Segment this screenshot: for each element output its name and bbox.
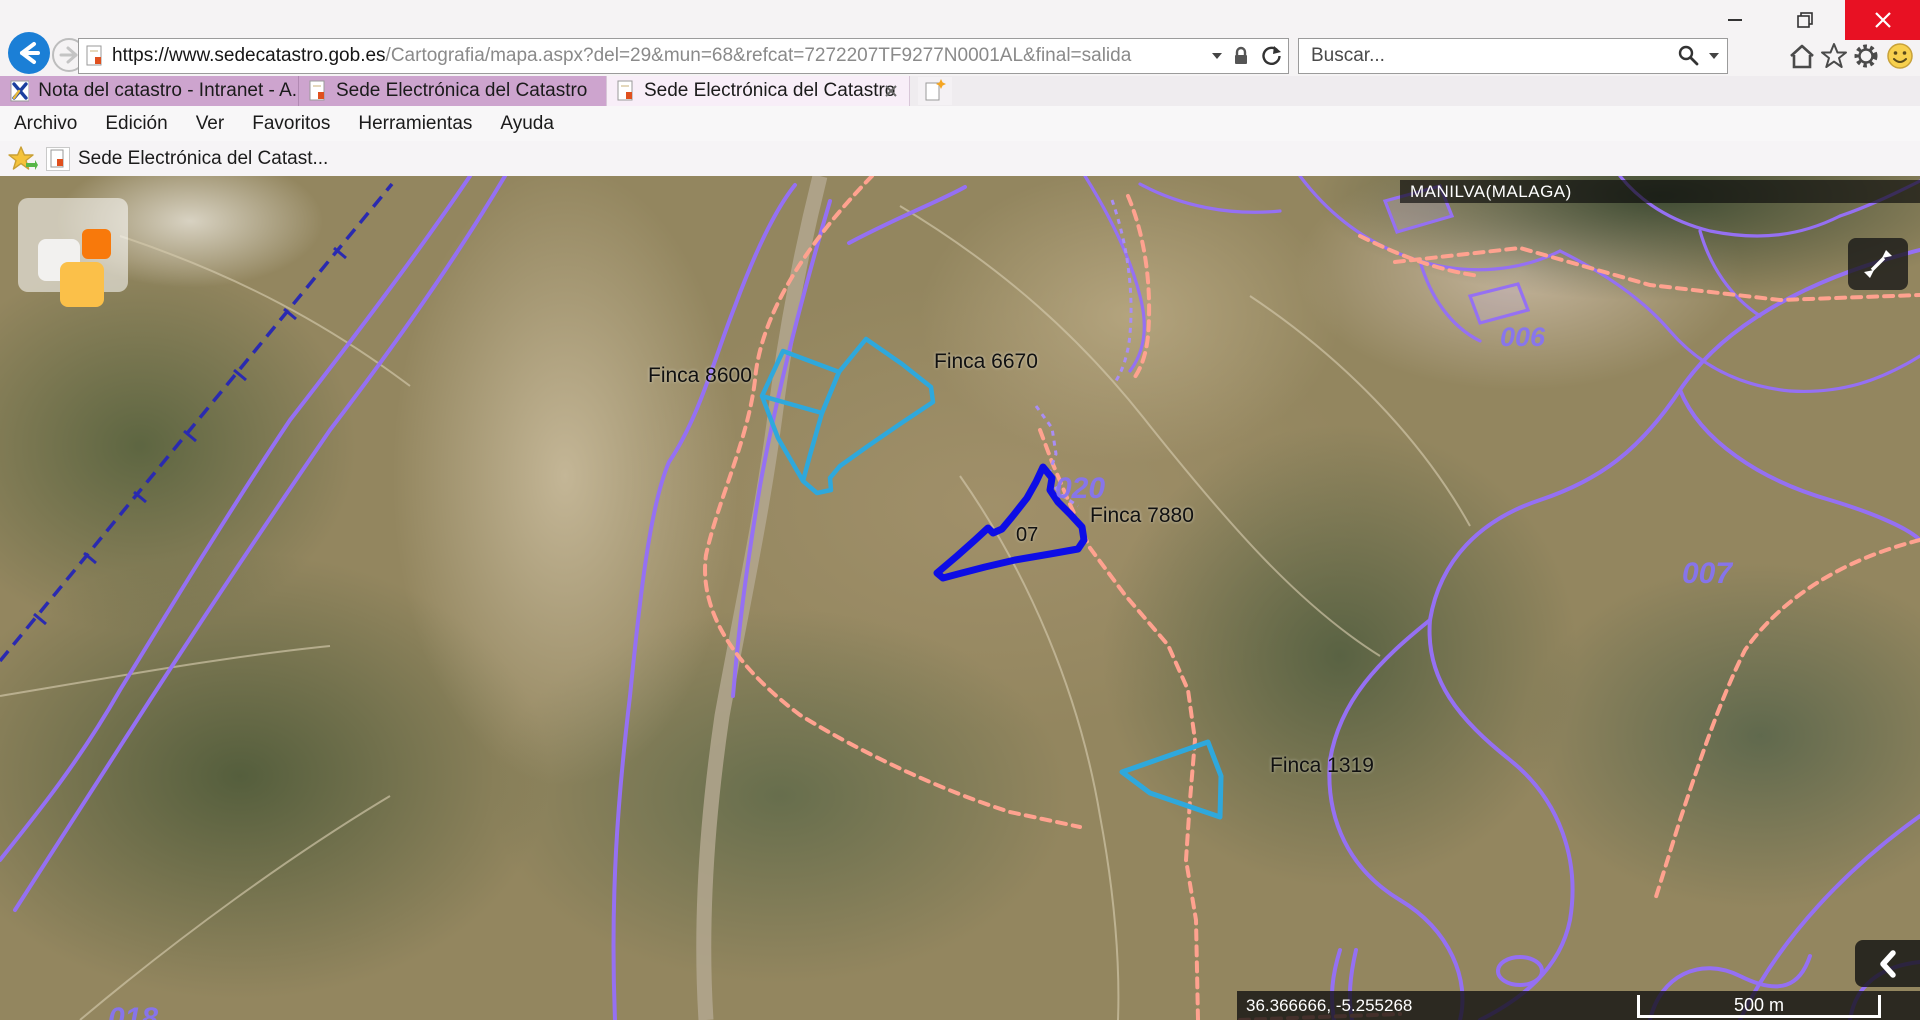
favorites-bar-link[interactable]: Sede Electrónica del Catast... bbox=[78, 148, 328, 170]
new-tab-button[interactable] bbox=[918, 77, 952, 105]
search-box[interactable] bbox=[1298, 38, 1728, 74]
parcel-outline-finca-6670[interactable] bbox=[803, 339, 933, 493]
minimize-button[interactable] bbox=[1700, 0, 1770, 40]
search-box-icons bbox=[1677, 39, 1719, 73]
restore-icon bbox=[1796, 11, 1814, 29]
fullscreen-expand-button[interactable] bbox=[1848, 238, 1908, 290]
tab-bar: Nota del catastro - Intranet - A... Sede… bbox=[0, 76, 1920, 106]
search-input[interactable] bbox=[1309, 44, 1643, 68]
tab-sede-catastro-active[interactable]: Sede Electrónica del Catastro bbox=[606, 76, 910, 106]
feedback-smiley-icon[interactable] bbox=[1886, 42, 1914, 70]
tab-nota-del-catastro[interactable]: Nota del catastro - Intranet - A... bbox=[0, 76, 299, 106]
settings-gear-icon[interactable] bbox=[1852, 42, 1880, 70]
favorites-bar-star-icon[interactable] bbox=[8, 146, 38, 172]
parcel-outlines-cyan[interactable] bbox=[762, 339, 1221, 817]
parcel-outline-finca-1319[interactable] bbox=[1122, 742, 1221, 817]
tab-label: Sede Electrónica del Catastro bbox=[644, 80, 895, 102]
tab-label: Sede Electrónica del Catastro bbox=[336, 80, 587, 102]
catastro-favicon bbox=[309, 80, 327, 102]
search-dropdown-icon[interactable] bbox=[1709, 53, 1719, 59]
back-button[interactable] bbox=[8, 32, 50, 74]
back-arrow-icon bbox=[8, 32, 50, 74]
browser-chrome: https://www.sedecatastro.gob.es/Cartogra… bbox=[0, 0, 1920, 176]
menu-favoritos[interactable]: Favoritos bbox=[238, 113, 344, 135]
close-icon bbox=[1873, 10, 1893, 30]
favorites-bar: Sede Electrónica del Catast... bbox=[0, 141, 1920, 177]
map-viewport[interactable]: MANILVA(MALAGA) Finca 8600 Finca 6670 Fi… bbox=[0, 176, 1920, 1020]
parcel-label-finca-6670: Finca 6670 bbox=[934, 350, 1038, 374]
refresh-icon[interactable] bbox=[1260, 45, 1282, 67]
menu-ver[interactable]: Ver bbox=[182, 113, 239, 135]
polygon-number-018: 018 bbox=[108, 1002, 158, 1020]
home-icon[interactable] bbox=[1788, 42, 1816, 70]
menu-edicion[interactable]: Edición bbox=[91, 113, 181, 135]
search-icon[interactable] bbox=[1677, 44, 1701, 68]
basemap-layer-widget[interactable] bbox=[18, 198, 128, 292]
sector-number-07: 07 bbox=[1016, 524, 1038, 547]
autocomplete-dropdown-icon[interactable] bbox=[1212, 53, 1222, 59]
address-bar[interactable]: https://www.sedecatastro.gob.es/Cartogra… bbox=[78, 38, 1289, 74]
parcel-label-finca-8600: Finca 8600 bbox=[648, 364, 752, 388]
favorites-star-icon[interactable] bbox=[1820, 42, 1848, 70]
chevron-left-icon bbox=[1875, 948, 1901, 980]
municipality-label: MANILVA(MALAGA) bbox=[1410, 182, 1572, 202]
pink-dashed-boundaries bbox=[705, 176, 1920, 1020]
minimize-icon bbox=[1728, 19, 1742, 21]
favorite-page-button[interactable] bbox=[46, 147, 70, 171]
mouse-coordinates: 36.366666, -5.255268 bbox=[1246, 996, 1412, 1016]
new-tab-icon bbox=[924, 79, 946, 103]
menu-ayuda[interactable]: Ayuda bbox=[486, 113, 568, 135]
polygon-number-007: 007 bbox=[1682, 557, 1732, 591]
menu-bar: Archivo Edición Ver Favoritos Herramient… bbox=[0, 106, 1920, 141]
menu-archivo[interactable]: Archivo bbox=[0, 113, 91, 135]
menu-herramientas[interactable]: Herramientas bbox=[344, 113, 486, 135]
catastro-favicon bbox=[50, 149, 66, 169]
layer-square-orange bbox=[82, 229, 111, 259]
tab-sede-catastro-1[interactable]: Sede Electrónica del Catastro bbox=[299, 76, 606, 106]
urban-street-lines bbox=[1085, 176, 1920, 391]
municipality-banner: MANILVA(MALAGA) bbox=[1400, 180, 1920, 203]
cadastral-boundary-lines bbox=[0, 176, 1920, 1020]
polygon-number-006: 006 bbox=[1500, 322, 1545, 353]
close-button[interactable] bbox=[1845, 0, 1920, 40]
expand-arrows-icon bbox=[1861, 247, 1895, 281]
cadastral-overlay bbox=[0, 176, 1920, 1020]
intranet-favicon bbox=[10, 80, 29, 102]
url-path: /Cartografia/mapa.aspx?del=29&mun=68&ref… bbox=[386, 45, 1132, 67]
restore-button[interactable] bbox=[1770, 0, 1840, 40]
map-status-bar: 36.366666, -5.255268 500 m bbox=[1237, 991, 1920, 1020]
address-bar-icons bbox=[1212, 39, 1282, 73]
layer-square-yellow bbox=[60, 262, 104, 307]
parcel-label-finca-1319: Finca 1319 bbox=[1270, 754, 1374, 778]
tab-label: Nota del catastro - Intranet - A... bbox=[38, 80, 298, 102]
polygon-number-020: 020 bbox=[1055, 472, 1105, 506]
page-icon bbox=[86, 45, 104, 67]
navigation-row: https://www.sedecatastro.gob.es/Cartogra… bbox=[0, 0, 1920, 76]
lock-icon bbox=[1232, 46, 1250, 66]
scale-label: 500 m bbox=[1734, 995, 1784, 1015]
sidebar-collapse-button[interactable] bbox=[1855, 940, 1920, 987]
parcel-label-finca-7880: Finca 7880 bbox=[1090, 504, 1194, 528]
catastro-favicon bbox=[617, 80, 635, 102]
scale-bar: 500 m bbox=[1637, 995, 1881, 1018]
tab-close-icon[interactable] bbox=[883, 83, 899, 99]
url-host: https://www.sedecatastro.gob.es bbox=[112, 45, 386, 67]
